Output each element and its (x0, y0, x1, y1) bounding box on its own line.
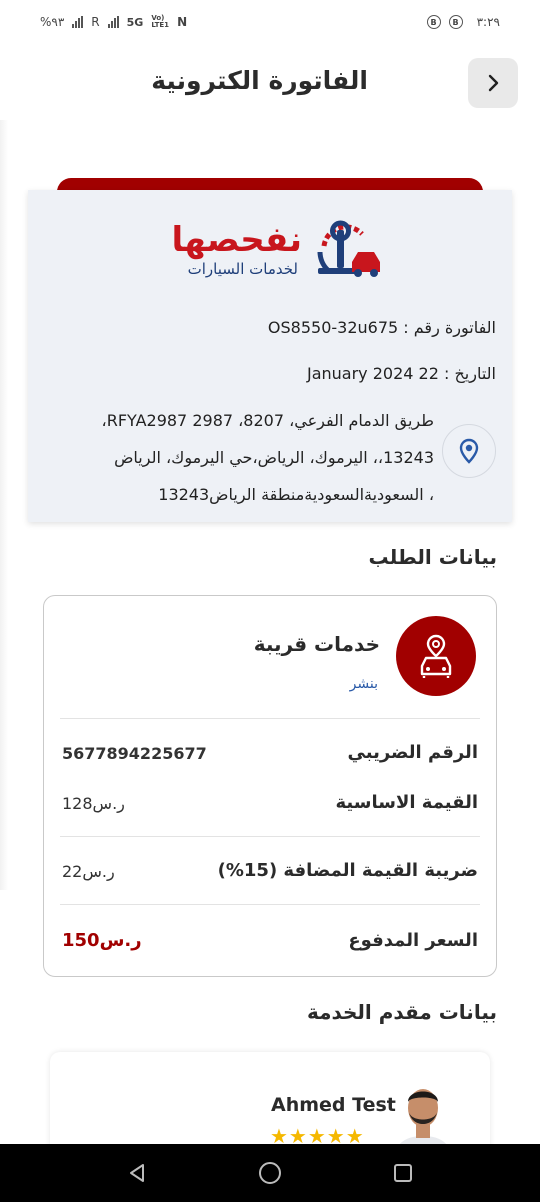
tax-number-label: الرقم الضريبي (347, 742, 478, 763)
triangle-back-icon (129, 1164, 144, 1182)
system-nav-bar (0, 1144, 540, 1202)
roaming-indicator: R (91, 15, 100, 29)
provider-section-title: بيانات مقدم الخدمة (306, 1000, 497, 1024)
b-badge-icon: B (426, 15, 441, 29)
network-5g: 5G (126, 15, 144, 29)
order-card: خدمات قريبة بنشر الرقم الضريبي 567789422… (43, 595, 497, 977)
circle-home-icon (258, 1162, 281, 1184)
nav-recents-button[interactable] (383, 1153, 423, 1193)
location-button[interactable] (442, 424, 496, 478)
clock: ٣:٢٩ (476, 15, 500, 29)
wrench-car-logo-icon (317, 220, 380, 277)
app-header: الفاتورة الكترونية (0, 56, 540, 112)
status-left: %٩٣ R 5G Vo) LTE1 N (40, 15, 188, 30)
nav-home-button[interactable] (250, 1153, 290, 1193)
logo-text-sub: لخدمات السيارات (187, 260, 298, 278)
volte-icon: Vo) LTE1 (151, 15, 169, 29)
location-pin-icon (459, 438, 479, 464)
invoice-number: الفاتورة رقم : OS8550-32u675 (267, 318, 496, 337)
tax-number-value: 5677894225677 (62, 744, 207, 763)
paid-price-label: السعر المدفوع (348, 930, 478, 951)
order-section-title: بيانات الطلب (368, 545, 497, 569)
nav-back-button[interactable] (117, 1153, 157, 1193)
divider (60, 904, 480, 905)
battery-text: %٩٣ (40, 15, 65, 29)
back-button[interactable] (468, 58, 518, 108)
paid-price-value: 150ر.س (62, 930, 142, 951)
signal-icon-2 (107, 16, 119, 28)
divider (60, 718, 480, 719)
address-line: 13243،، اليرموك، الرياض،حي اليرموك، الري… (114, 448, 434, 467)
divider (60, 836, 480, 837)
invoice-card: نفحصها لخدمات السيارات الفاتورة رقم : OS… (28, 190, 512, 522)
base-price-label: القيمة الاساسية (335, 792, 478, 813)
address-line: ، السعوديةالسعوديةمنطقة الرياض13243 (158, 485, 434, 504)
service-name: خدمات قريبة (253, 632, 380, 656)
invoice-date: التاريخ : 22 January 2024 (306, 364, 496, 383)
chevron-right-icon (488, 74, 499, 92)
service-subtype: بنشر (349, 676, 378, 692)
signal-icon (72, 16, 84, 28)
nfc-icon: N (177, 15, 188, 29)
logo-text-main: نفحصها (171, 220, 303, 260)
status-bar: %٩٣ R 5G Vo) LTE1 N B B ٣:٢٩ (0, 0, 540, 44)
left-edge-shadow (0, 120, 8, 890)
volte-bottom: LTE1 (151, 21, 170, 29)
status-right: B B ٣:٢٩ (426, 15, 500, 29)
vat-label: ضريبة القيمة المضافة (15%) (217, 860, 478, 881)
b-badge-icon-2: B (448, 15, 463, 29)
invoice-address: طريق الدمام الفرعي، 8207، 2987 RFYA2987،… (64, 402, 434, 513)
address-line: طريق الدمام الفرعي، 8207، 2987 RFYA2987، (101, 411, 434, 430)
service-icon (396, 616, 476, 696)
vat-value: 22ر.س (62, 862, 115, 881)
provider-name: Ahmed Test (271, 1094, 396, 1116)
page-title: الفاتورة الكترونية (151, 66, 368, 95)
square-recents-icon (394, 1164, 413, 1182)
base-price-value: 128ر.س (62, 794, 125, 813)
car-location-icon (420, 634, 452, 678)
company-logo: نفحصها لخدمات السيارات (164, 216, 384, 286)
